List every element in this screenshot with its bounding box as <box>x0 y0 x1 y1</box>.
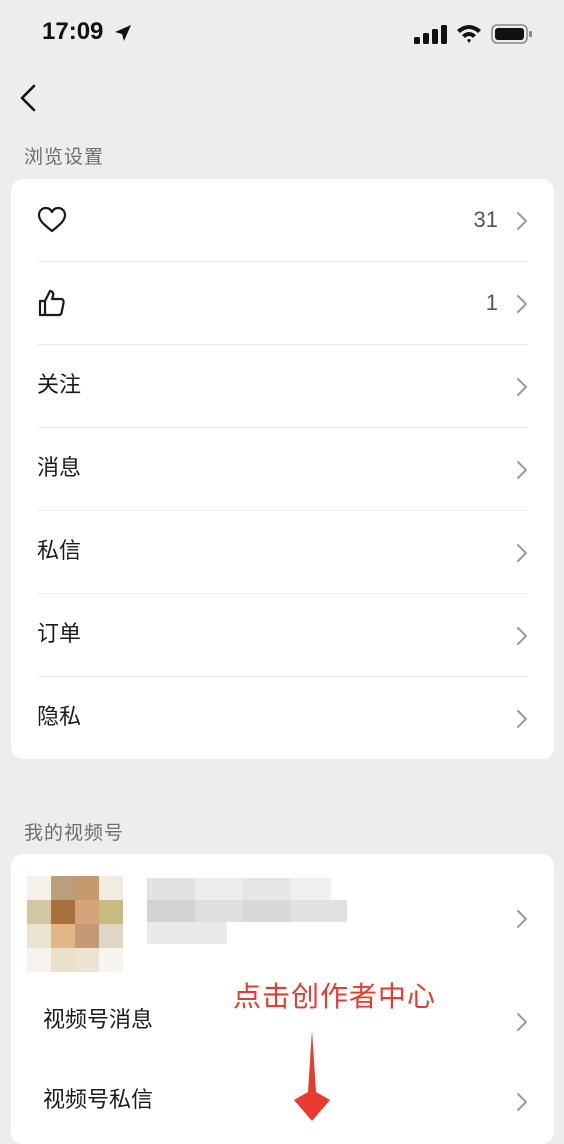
battery-icon <box>491 24 532 44</box>
row-favorites[interactable]: 31 <box>11 179 554 262</box>
thumbs-up-icon <box>38 289 65 317</box>
row-following[interactable]: 关注 <box>11 345 554 428</box>
row-label: 私信 <box>37 539 82 564</box>
row-label: 隐私 <box>37 705 82 730</box>
section-title-browse-settings: 浏览设置 <box>24 146 105 168</box>
section-title-my-channels: 我的视频号 <box>24 822 125 844</box>
chevron-right-icon <box>517 627 527 645</box>
row-orders[interactable]: 订单 <box>11 594 554 677</box>
annotation-label: 点击创作者中心 <box>233 980 437 1013</box>
row-label: 消息 <box>37 456 82 481</box>
row-privacy[interactable]: 隐私 <box>11 677 554 759</box>
row-label: 订单 <box>37 622 82 647</box>
favorites-count: 31 <box>473 207 498 232</box>
row-messages[interactable]: 消息 <box>11 428 554 511</box>
row-label: 视频号消息 <box>43 1008 154 1033</box>
chevron-right-icon <box>517 295 527 313</box>
chevron-right-icon <box>517 1013 527 1031</box>
chevron-left-icon[interactable] <box>14 82 44 114</box>
chevron-right-icon <box>517 461 527 479</box>
wifi-icon <box>457 25 481 43</box>
row-private-messages[interactable]: 私信 <box>11 511 554 594</box>
row-label: 关注 <box>37 373 82 398</box>
annotation-arrow-icon <box>294 1030 330 1121</box>
chevron-right-icon <box>517 910 527 928</box>
browse-settings-card: 31 1 关注 消息 私信 订单 隐私 <box>11 179 554 759</box>
chevron-right-icon <box>517 710 527 728</box>
row-label: 视频号私信 <box>43 1088 154 1113</box>
row-likes[interactable]: 1 <box>11 262 554 345</box>
chevron-right-icon <box>517 1093 527 1111</box>
heart-icon <box>37 206 67 233</box>
chevron-right-icon <box>517 378 527 396</box>
channel-profile-row[interactable] <box>11 854 554 984</box>
status-time: 17:09 <box>42 18 104 45</box>
likes-count: 1 <box>485 290 498 315</box>
chevron-right-icon <box>517 544 527 562</box>
location-arrow-icon <box>115 25 131 41</box>
status-bar: 17:09 <box>0 0 564 70</box>
chevron-right-icon <box>517 212 527 230</box>
signal-icon <box>414 25 447 44</box>
row-channel-private-messages[interactable]: 视频号私信 <box>11 1064 554 1144</box>
avatar <box>27 876 123 972</box>
